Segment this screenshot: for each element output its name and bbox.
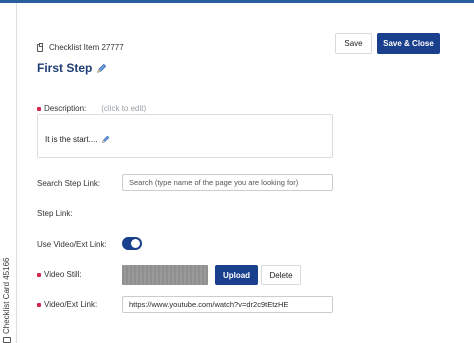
edit-pencil-icon[interactable] xyxy=(101,135,110,144)
step-link-label: Step Link: xyxy=(37,209,73,218)
description-label-row: Description: (click to edit) xyxy=(37,104,146,113)
save-button[interactable]: Save xyxy=(335,33,372,54)
edit-pencil-icon[interactable] xyxy=(96,63,107,74)
video-link-input[interactable]: https://www.youtube.com/watch?v=dr2c9tEt… xyxy=(122,296,333,313)
page-title-text: First Step xyxy=(37,61,93,75)
description-hint[interactable]: (click to edit) xyxy=(101,104,146,113)
use-video-label: Use Video/Ext Link: xyxy=(37,240,107,249)
search-step-label: Search Step Link: xyxy=(37,179,101,188)
checklist-item-header: Checklist Item 27777 xyxy=(37,42,124,52)
description-editor[interactable]: It is the start.... xyxy=(37,114,333,158)
description-text: It is the start.... xyxy=(45,135,98,144)
top-border xyxy=(0,0,474,3)
checklist-item-label: Checklist Item 27777 xyxy=(49,43,124,52)
save-and-close-button[interactable]: Save & Close xyxy=(377,33,440,54)
video-still-thumbnail xyxy=(122,265,208,285)
required-marker-icon xyxy=(37,272,41,277)
required-marker-icon xyxy=(37,302,41,307)
video-link-label: Video/Ext Link: xyxy=(44,300,98,309)
side-tab-label: Checklist Card 45166 xyxy=(2,257,11,334)
description-label: Description: xyxy=(44,104,87,113)
search-step-input[interactable]: Search (type name of the page you are lo… xyxy=(122,174,333,191)
delete-button[interactable]: Delete xyxy=(261,265,301,285)
clipboard-icon xyxy=(37,42,43,52)
document-icon xyxy=(2,337,11,343)
video-still-label-row: Video Still: xyxy=(37,270,82,279)
upload-button[interactable]: Upload xyxy=(215,265,258,285)
video-link-label-row: Video/Ext Link: xyxy=(37,300,97,309)
use-video-toggle[interactable] xyxy=(122,237,142,250)
side-tab-label-wrap: Checklist Card 45166 xyxy=(2,258,11,343)
description-content: It is the start.... xyxy=(45,135,110,144)
required-marker-icon xyxy=(37,106,41,111)
page-title: First Step xyxy=(37,61,107,75)
side-tab[interactable]: Checklist Card 45166 xyxy=(0,3,17,343)
video-still-label: Video Still: xyxy=(44,270,82,279)
